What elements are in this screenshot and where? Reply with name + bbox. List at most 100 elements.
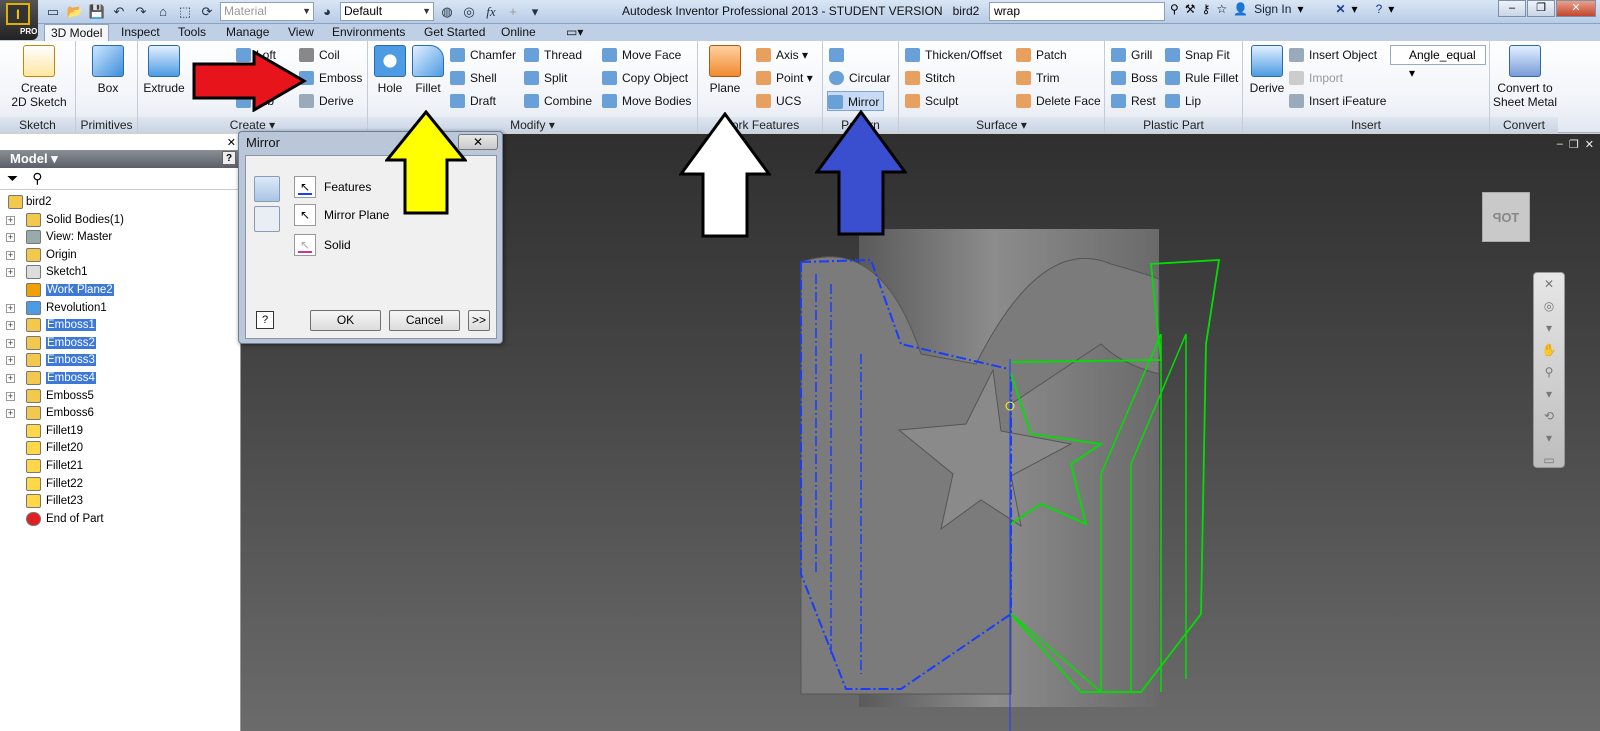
mirror-plane-pick-icon[interactable]: ↖	[294, 204, 316, 226]
ucs-button[interactable]: UCS	[756, 91, 801, 111]
mirror-features-mode-button[interactable]	[254, 176, 280, 202]
tab-view[interactable]: View	[282, 24, 320, 41]
panel-title-surface[interactable]: Surface ▾	[899, 117, 1104, 133]
save-icon[interactable]: 💾	[88, 3, 106, 21]
boss-button[interactable]: Boss	[1111, 68, 1158, 88]
expand-icon[interactable]: +	[6, 215, 15, 225]
expand-icon[interactable]: +	[6, 321, 15, 331]
plus-icon[interactable]: +	[504, 3, 522, 21]
expand-icon[interactable]: +	[6, 373, 15, 383]
qat-dropdown-icon[interactable]: ▾	[526, 3, 544, 21]
clear-icon[interactable]: ◎	[460, 3, 478, 21]
wrench-icon[interactable]: ⚒	[1185, 2, 1196, 16]
chamfer-button[interactable]: Chamfer	[450, 45, 516, 65]
point-button[interactable]: Point ▾	[756, 68, 813, 88]
pan-icon[interactable]: ✋	[1534, 339, 1564, 361]
adjust-icon[interactable]: ◍	[438, 3, 456, 21]
convert-sheet-metal-button[interactable]: Convert to Sheet Metal	[1492, 45, 1558, 109]
copy-object-button[interactable]: Copy Object	[602, 68, 688, 88]
steering-dropdown-icon[interactable]: ▾	[1534, 317, 1564, 339]
tab-environments[interactable]: Environments	[326, 24, 411, 41]
material-combo[interactable]: Material ▼	[220, 2, 314, 21]
hole-button[interactable]: Hole	[372, 45, 408, 95]
circular-button[interactable]: Circular	[829, 68, 890, 88]
move-face-button[interactable]: Move Face	[602, 45, 681, 65]
ribbon-options-icon[interactable]: ▭▾	[560, 24, 589, 41]
grill-button[interactable]: Grill	[1111, 45, 1152, 65]
browser-help-icon[interactable]: ?	[222, 151, 236, 165]
tab-manage[interactable]: Manage	[220, 24, 275, 41]
sculpt-button[interactable]: Sculpt	[905, 91, 958, 111]
mirror-plane-selector[interactable]: ↖ Mirror Plane	[294, 204, 389, 226]
tree-item[interactable]: Fillet19	[0, 423, 240, 441]
key-icon[interactable]: ⚷	[1202, 2, 1211, 16]
expand-icon[interactable]: +	[6, 338, 15, 348]
derive-insert-button[interactable]: Derive	[1247, 45, 1287, 95]
tree-item[interactable]: + Origin	[0, 247, 240, 265]
steering-wheel-icon[interactable]: ◎	[1534, 295, 1564, 317]
cancel-button[interactable]: Cancel	[389, 310, 460, 331]
combine-button[interactable]: Combine	[524, 91, 592, 111]
expand-icon[interactable]: +	[6, 250, 15, 260]
tree-item[interactable]: + Emboss1	[0, 317, 240, 335]
tree-item[interactable]: + Sketch1	[0, 264, 240, 282]
tree-item[interactable]: + Solid Bodies(1)	[0, 212, 240, 230]
rectangular-pattern-button[interactable]	[829, 45, 851, 65]
filter-icon[interactable]: ⏷	[7, 170, 18, 187]
help-dropdown-icon[interactable]: ▾	[1388, 2, 1394, 16]
application-menu-button[interactable]: I PRO	[0, 0, 38, 40]
tab-online[interactable]: Online	[495, 24, 542, 41]
shell-button[interactable]: Shell	[450, 68, 497, 88]
insert-object-button[interactable]: Insert Object	[1289, 45, 1377, 65]
expand-icon[interactable]: +	[6, 391, 15, 401]
mirror-button[interactable]: Mirror	[827, 91, 885, 111]
more-options-button[interactable]: >>	[468, 310, 490, 331]
expand-icon[interactable]: +	[6, 303, 15, 313]
appearance-combo[interactable]: Default ▼	[340, 2, 434, 21]
tab-get-started[interactable]: Get Started	[418, 24, 491, 41]
stitch-button[interactable]: Stitch	[905, 68, 955, 88]
draft-button[interactable]: Draft	[450, 91, 496, 111]
zoom-icon[interactable]: ⚲	[1534, 361, 1564, 383]
model-browser-header[interactable]: Model ▾?	[0, 150, 240, 168]
browser-close-icon[interactable]: ✕	[227, 136, 236, 149]
snap-fit-button[interactable]: Snap Fit	[1165, 45, 1230, 65]
tree-item[interactable]: + Emboss3	[0, 352, 240, 370]
search-input[interactable]: wrap	[989, 2, 1165, 21]
signin-dropdown-icon[interactable]: ▾	[1297, 2, 1303, 16]
expand-icon[interactable]: +	[6, 356, 15, 366]
tab-tools[interactable]: Tools	[172, 24, 212, 41]
expand-icon[interactable]: +	[6, 409, 15, 419]
tree-item[interactable]: Work Plane2	[0, 282, 240, 300]
help-icon[interactable]: ?	[1376, 2, 1383, 16]
solid-selector[interactable]: ↖ Solid	[294, 234, 351, 256]
orbit-dropdown-icon[interactable]: ▾	[1534, 427, 1564, 449]
fillet-button[interactable]: Fillet	[410, 45, 446, 95]
viewcube[interactable]: TOP	[1482, 192, 1530, 242]
find-icon[interactable]: ⚲	[32, 170, 42, 187]
open-file-icon[interactable]: 📂	[66, 3, 84, 21]
trim-button[interactable]: Trim	[1016, 68, 1060, 88]
tree-item[interactable]: bird2	[0, 194, 240, 212]
lip-button[interactable]: Lip	[1165, 91, 1201, 111]
color-wheel-icon[interactable]: ◕	[318, 3, 336, 21]
new-file-icon[interactable]: ▭	[44, 3, 62, 21]
exchange-dropdown-icon[interactable]: ▾	[1352, 2, 1358, 16]
restore-button[interactable]: ❐	[1527, 0, 1555, 17]
box-button[interactable]: Box	[88, 45, 128, 95]
star-icon[interactable]: ☆	[1216, 2, 1227, 16]
delete-face-button[interactable]: Delete Face	[1016, 91, 1101, 111]
tree-item[interactable]: Fillet20	[0, 440, 240, 458]
dialog-help-button[interactable]: ?	[256, 311, 274, 329]
tree-item[interactable]: + Revolution1	[0, 300, 240, 318]
ok-button[interactable]: OK	[310, 310, 381, 331]
move-bodies-button[interactable]: Move Bodies	[602, 91, 691, 111]
tree-item[interactable]: + Emboss4	[0, 370, 240, 388]
thread-button[interactable]: Thread	[524, 45, 582, 65]
undo-icon[interactable]: ↶	[110, 3, 128, 21]
close-window-button[interactable]: ✕	[1556, 0, 1596, 17]
binoculars-icon[interactable]: ⚲	[1170, 2, 1179, 16]
look-at-icon[interactable]: ▭	[1534, 449, 1564, 471]
split-button[interactable]: Split	[524, 68, 567, 88]
tab-inspect[interactable]: Inspect	[115, 24, 166, 41]
